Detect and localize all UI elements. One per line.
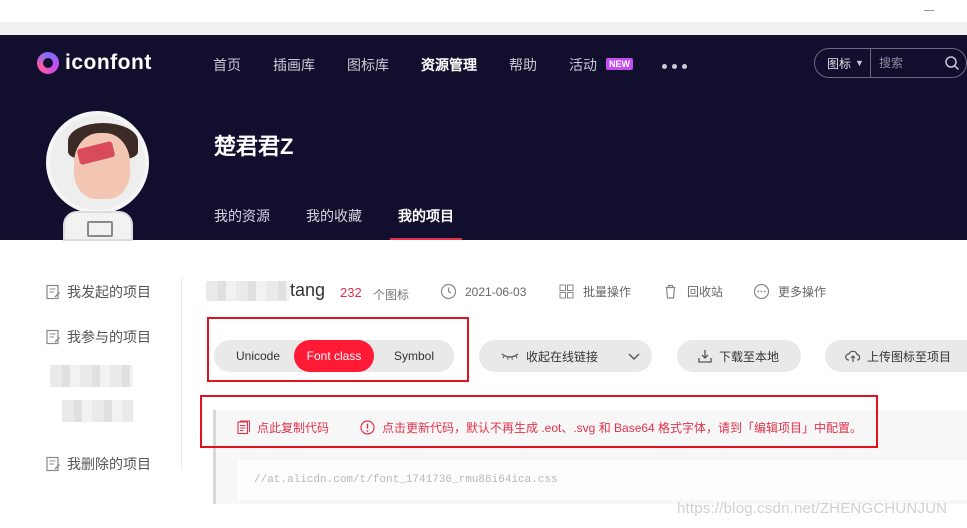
- browser-top-bar: [0, 0, 967, 35]
- nav-activity[interactable]: 活动: [569, 55, 597, 75]
- nav-help[interactable]: 帮助: [509, 55, 537, 75]
- recycle-bin-button[interactable]: 回收站: [662, 283, 723, 300]
- collapse-link-label: 收起在线链接: [526, 349, 599, 364]
- sidebar-item-deleted-projects[interactable]: 我删除的项目: [45, 454, 151, 474]
- upload-icons-button[interactable]: 上传图标至项目: [825, 340, 967, 372]
- iconfont-logo[interactable]: iconfont: [37, 51, 152, 75]
- recycle-bin-label: 回收站: [687, 285, 724, 299]
- cloud-upload-icon: [845, 350, 861, 362]
- nav-home[interactable]: 首页: [213, 55, 241, 75]
- site-header: iconfont 首页 插画库 图标库 资源管理 帮助 活动 NEW 图标 ▼ …: [0, 35, 967, 241]
- search-icon[interactable]: [944, 55, 960, 71]
- new-badge: NEW: [606, 58, 633, 70]
- eye-closed-icon: [501, 353, 519, 360]
- redacted-project-name[interactable]: [50, 365, 133, 387]
- download-label: 下载至本地: [719, 349, 780, 364]
- chevron-down-icon: [628, 353, 640, 360]
- more-actions-label: 更多操作: [778, 285, 827, 299]
- logo-text: iconfont: [65, 51, 152, 74]
- sidebar-item-label: 我参与的项目: [67, 329, 151, 345]
- sidebar-item-label: 我删除的项目: [67, 456, 151, 472]
- search-type-label: 图标: [827, 56, 852, 71]
- redacted-project-name-prefix: [206, 281, 290, 301]
- more-actions-button[interactable]: 更多操作: [753, 283, 826, 300]
- css-link-code[interactable]: //at.alicdn.com/t/font_1741736_rmu88i64i…: [238, 460, 967, 500]
- tab-my-projects[interactable]: 我的项目: [398, 206, 454, 226]
- sidebar-item-joined-projects[interactable]: 我参与的项目: [45, 327, 151, 347]
- user-name: 楚君君Z: [214, 134, 294, 159]
- user-avatar[interactable]: [46, 111, 149, 214]
- batch-action-button[interactable]: 批量操作: [558, 283, 631, 300]
- document-edit-icon: [46, 456, 60, 472]
- nav-icon-library[interactable]: 图标库: [347, 55, 389, 75]
- project-date: 2021-06-03: [440, 283, 526, 300]
- browser-strip: [0, 0, 967, 22]
- logo-mark-icon: [37, 52, 59, 74]
- watermark-text: https://blog.csdn.net/ZHENGCHUNJUN: [677, 500, 948, 517]
- clock-icon: [440, 283, 457, 300]
- sidebar-item-created-projects[interactable]: 我发起的项目: [45, 282, 151, 302]
- document-edit-icon: [46, 329, 60, 345]
- sidebar-divider: [181, 278, 182, 470]
- redacted-project-name[interactable]: [62, 400, 133, 422]
- highlight-box-font-mode: [207, 317, 469, 382]
- tab-my-favorites[interactable]: 我的收藏: [306, 206, 362, 226]
- search-type-select[interactable]: 图标 ▼: [815, 49, 871, 77]
- batch-action-label: 批量操作: [583, 285, 632, 299]
- document-edit-icon: [46, 284, 60, 300]
- sidebar-item-label: 我发起的项目: [67, 284, 151, 300]
- tab-my-resources[interactable]: 我的资源: [214, 206, 270, 226]
- project-name: tang: [290, 280, 326, 300]
- highlight-box-notice: [200, 395, 878, 448]
- active-tab-indicator: [390, 238, 462, 240]
- search-box: 图标 ▼: [814, 48, 967, 78]
- minimize-icon[interactable]: [924, 10, 934, 11]
- more-nav-icon[interactable]: [662, 64, 687, 69]
- date-text: 2021-06-03: [465, 284, 527, 299]
- nav-resource-management[interactable]: 资源管理: [421, 55, 477, 75]
- download-icon: [698, 350, 712, 363]
- more-circle-icon: [753, 283, 770, 300]
- collapse-online-link-button[interactable]: 收起在线链接: [479, 340, 652, 372]
- trash-icon: [665, 284, 676, 299]
- upload-label: 上传图标至项目: [867, 349, 952, 364]
- icon-count-label: 个图标: [373, 288, 410, 302]
- avatar-mascot-icon: [63, 211, 133, 241]
- download-local-button[interactable]: 下载至本地: [677, 340, 801, 372]
- chevron-down-icon: ▼: [855, 58, 864, 68]
- icon-count: 232: [340, 285, 362, 300]
- search-input[interactable]: [878, 56, 939, 70]
- grid-icon: [559, 284, 574, 299]
- nav-illustrations[interactable]: 插画库: [273, 55, 315, 75]
